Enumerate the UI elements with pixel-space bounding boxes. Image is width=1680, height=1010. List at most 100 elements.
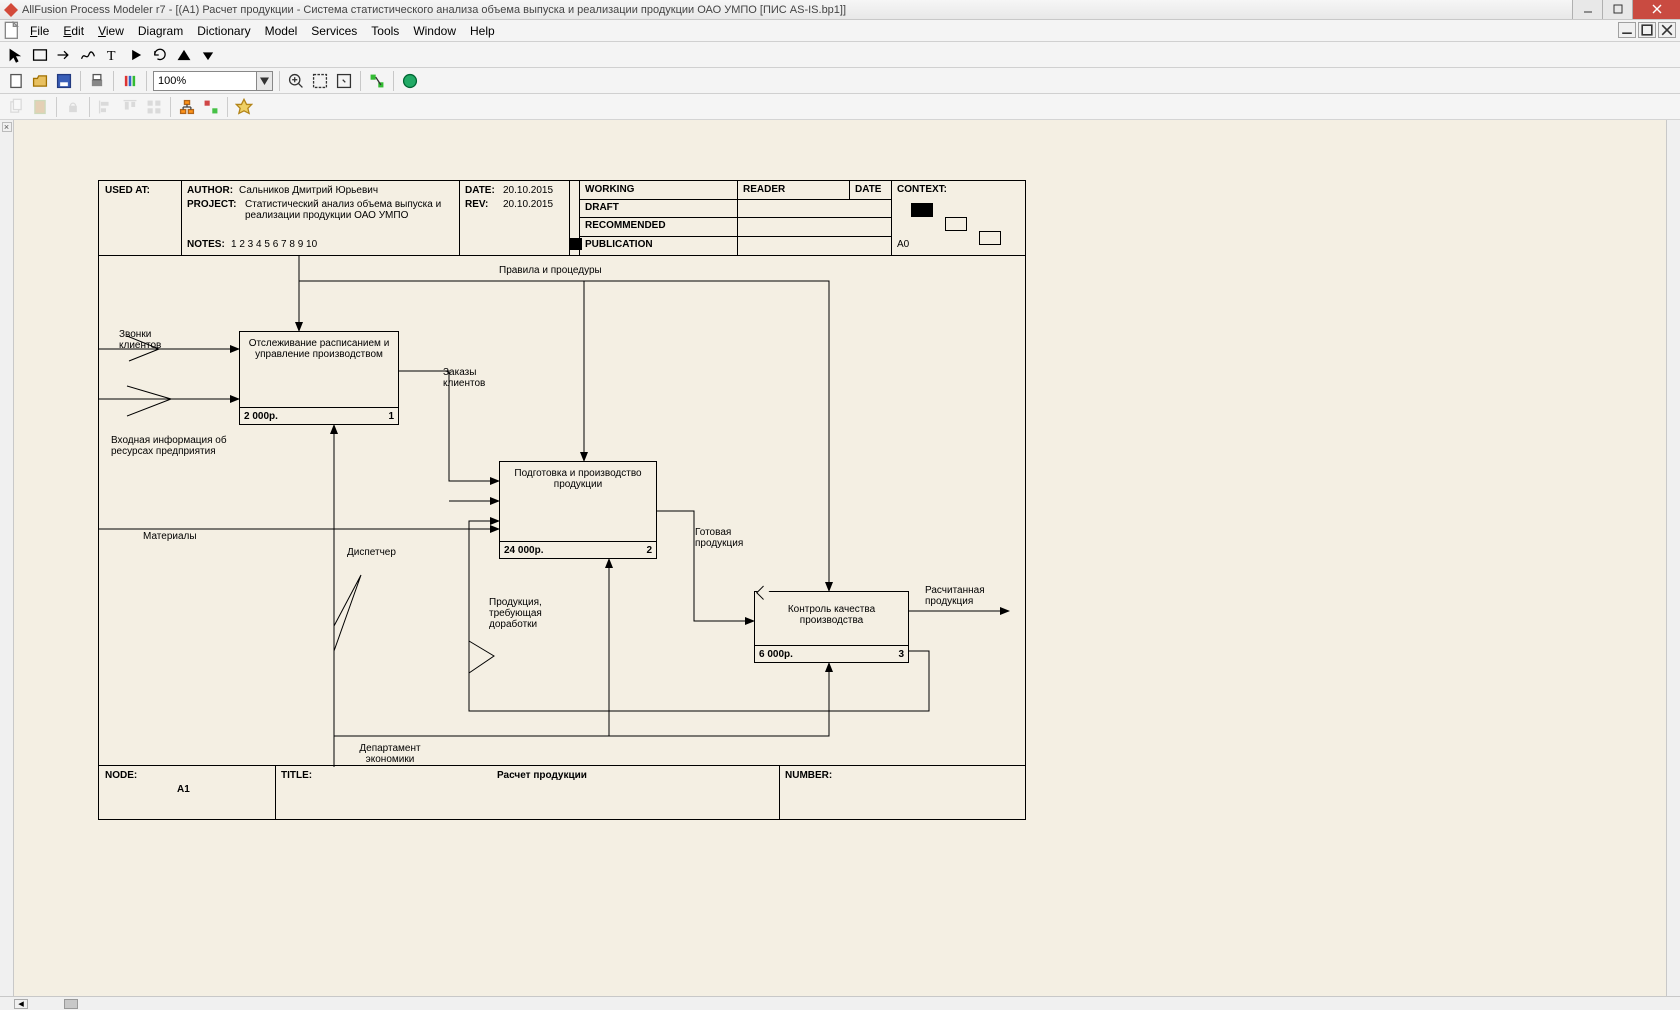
status-publication: PUBLICATION <box>585 239 653 250</box>
zoom-fit-button[interactable] <box>310 71 330 91</box>
tertiary-toolbar <box>0 94 1680 120</box>
activity-2-cost: 24 000р. <box>504 545 543 556</box>
triangle-tool[interactable] <box>174 45 194 65</box>
context-box-3 <box>979 231 1001 245</box>
label-resources: Входная информация об ресурсах предприят… <box>111 435 241 457</box>
save-button[interactable] <box>54 71 74 91</box>
side-rail-close-icon[interactable]: × <box>2 122 12 132</box>
menu-model[interactable]: Model <box>259 22 304 40</box>
window-title: AllFusion Process Modeler r7 - [(A1) Рас… <box>22 4 846 16</box>
properties-button[interactable] <box>201 97 221 117</box>
menu-edit[interactable]: Edit <box>57 22 90 40</box>
diagram-footer: NODE: A1 TITLE: Расчет продукции NUMBER: <box>99 765 1025 819</box>
app-icon <box>4 3 18 17</box>
label-calls: Звонки клиентов <box>119 329 189 351</box>
activity-box-tool[interactable] <box>30 45 50 65</box>
label-dispatcher: Диспетчер <box>347 547 396 558</box>
status-marker <box>570 238 582 250</box>
spellcheck-button[interactable] <box>400 71 420 91</box>
node-label: NODE: <box>105 770 137 781</box>
print-button[interactable] <box>87 71 107 91</box>
activity-1-num: 1 <box>388 411 394 422</box>
activity-2-title: Подготовка и производство продукции <box>500 462 656 496</box>
mdi-minimize-button[interactable] <box>1618 22 1636 38</box>
label-orders: Заказы клиентов <box>443 367 503 389</box>
zoom-page-button[interactable] <box>334 71 354 91</box>
label-rework: Продукция, требующая доработки <box>489 597 579 630</box>
vertical-scrollbar[interactable] <box>1666 120 1680 996</box>
activity-box-3[interactable]: Контроль качества производства 6 000р. 3 <box>754 591 909 663</box>
mdi-close-button[interactable] <box>1658 22 1676 38</box>
mdi-restore-button[interactable] <box>1638 22 1656 38</box>
activity-2-num: 2 <box>646 545 652 556</box>
activity-3-cost: 6 000р. <box>759 649 793 660</box>
activity-3-num: 3 <box>898 649 904 660</box>
activity-1-cost: 2 000р. <box>244 411 278 422</box>
refresh-tool[interactable] <box>150 45 170 65</box>
down-tool[interactable] <box>198 45 218 65</box>
document-icon <box>4 23 20 39</box>
new-button[interactable] <box>6 71 26 91</box>
context-box-2 <box>945 217 967 231</box>
menu-help[interactable]: Help <box>464 22 501 40</box>
label-rules: Правила и процедуры <box>499 265 602 276</box>
zoom-value: 100% <box>158 75 186 87</box>
copy-button[interactable] <box>6 97 26 117</box>
squiggle-tool[interactable] <box>78 45 98 65</box>
status-recommended: RECOMMENDED <box>585 220 666 231</box>
activity-box-2[interactable]: Подготовка и производство продукции 24 0… <box>499 461 657 559</box>
align-top-button[interactable] <box>120 97 140 117</box>
menu-view[interactable]: View <box>92 22 130 40</box>
zoom-dropdown-icon[interactable] <box>256 72 272 90</box>
close-button[interactable] <box>1632 0 1680 19</box>
menu-diagram[interactable]: Diagram <box>132 22 189 40</box>
diagram-sheet[interactable]: USED AT: AUTHOR: Сальников Дмитрий Юрьев… <box>98 180 1026 820</box>
lock-button[interactable] <box>63 97 83 117</box>
label-dept: Департамент экономики <box>345 743 435 765</box>
align-left-button[interactable] <box>96 97 116 117</box>
horizontal-scrollbar[interactable]: ◂ <box>0 996 1680 1010</box>
org-button[interactable] <box>177 97 197 117</box>
menu-tools[interactable]: Tools <box>365 22 405 40</box>
side-rail: × <box>0 120 14 996</box>
number-label: NUMBER: <box>785 770 832 781</box>
context-label: CONTEXT: <box>897 184 947 195</box>
diagram-canvas[interactable]: USED AT: AUTHOR: Сальников Дмитрий Юрьев… <box>14 120 1680 996</box>
report-button[interactable] <box>120 71 140 91</box>
context-box-parent <box>911 203 933 217</box>
pointer-tool[interactable] <box>6 45 26 65</box>
menu-window[interactable]: Window <box>407 22 462 40</box>
grid-button[interactable] <box>144 97 164 117</box>
toolbox-toolbar: T <box>0 42 1680 68</box>
date-value: 20.10.2015 <box>503 185 553 196</box>
rev-label: REV: <box>465 199 488 210</box>
text-tool[interactable]: T <box>102 45 122 65</box>
rev-value: 20.10.2015 <box>503 199 553 210</box>
svg-text:T: T <box>107 48 116 64</box>
status-draft: DRAFT <box>585 202 619 213</box>
workspace: × USED AT: AUTHOR: Сал <box>0 120 1680 996</box>
zoom-in-button[interactable] <box>286 71 306 91</box>
wizard-button[interactable] <box>234 97 254 117</box>
menu-dictionary[interactable]: Dictionary <box>191 22 256 40</box>
window-titlebar: AllFusion Process Modeler r7 - [(A1) Рас… <box>0 0 1680 20</box>
diagram-arrows <box>99 181 399 331</box>
date-label: DATE: <box>465 185 495 196</box>
activity-box-1[interactable]: Отслеживание расписанием и управление пр… <box>239 331 399 425</box>
activity-3-title: Контроль качества производства <box>755 592 908 632</box>
context-node: A0 <box>897 239 909 250</box>
label-ready: Готовая продукция <box>695 527 765 549</box>
maximize-button[interactable] <box>1602 0 1632 19</box>
menu-file[interactable]: File <box>24 22 55 40</box>
model-explorer-button[interactable] <box>367 71 387 91</box>
arrow-tool[interactable] <box>54 45 74 65</box>
paste-button[interactable] <box>30 97 50 117</box>
activity-1-title: Отслеживание расписанием и управление пр… <box>240 332 398 366</box>
open-button[interactable] <box>30 71 50 91</box>
play-tool[interactable] <box>126 45 146 65</box>
zoom-combo[interactable]: 100% <box>153 71 273 91</box>
menu-services[interactable]: Services <box>305 22 363 40</box>
title-value: Расчет продукции <box>497 770 587 781</box>
status-working: WORKING <box>585 184 634 195</box>
minimize-button[interactable] <box>1572 0 1602 19</box>
